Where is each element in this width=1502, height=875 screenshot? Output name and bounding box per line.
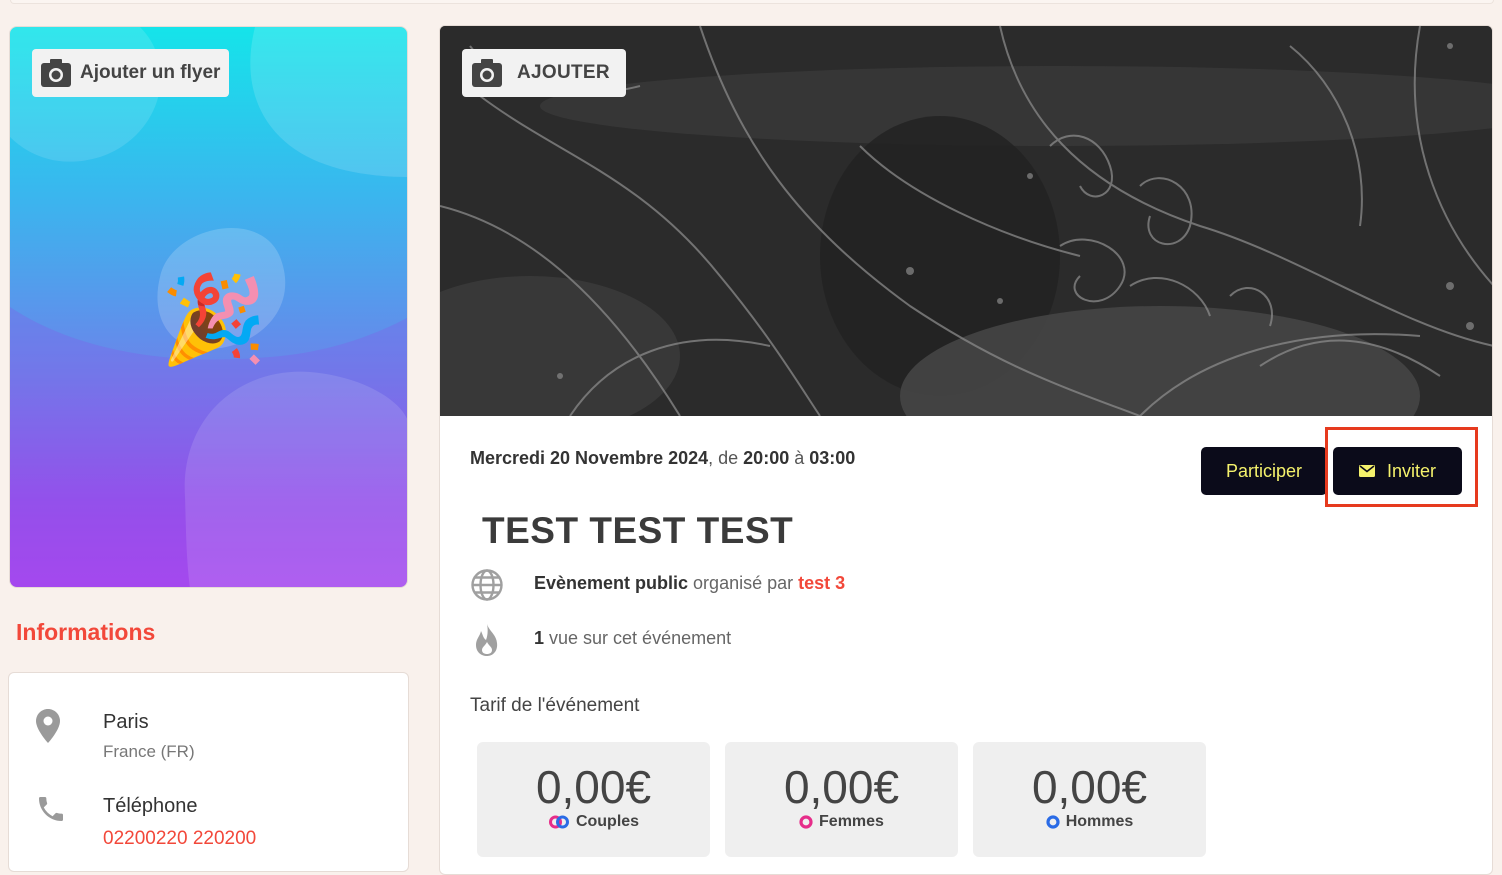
location-city: Paris bbox=[103, 711, 149, 733]
add-flyer-label: Ajouter un flyer bbox=[80, 62, 221, 83]
flame-icon bbox=[476, 624, 498, 656]
event-end-time: 03:00 bbox=[809, 448, 856, 468]
price-card-couples: 0,00€ Couples bbox=[477, 742, 710, 857]
event-date: Mercredi 20 Novembre 2024 bbox=[470, 448, 709, 468]
phone-label: Téléphone bbox=[103, 795, 198, 817]
camera-icon bbox=[472, 59, 502, 87]
price-category: Couples bbox=[575, 813, 640, 830]
add-cover-button[interactable]: AJOUTER bbox=[462, 49, 626, 97]
price-amount: 0,00€ bbox=[1031, 761, 1148, 813]
top-bar bbox=[10, 0, 1494, 4]
invite-label: Inviter bbox=[1386, 460, 1437, 481]
party-popper-icon: 🎉 bbox=[160, 270, 268, 370]
price-amount: 0,00€ bbox=[535, 761, 652, 813]
add-cover-label: AJOUTER bbox=[517, 62, 610, 83]
informations-card: Paris France (FR) Téléphone 02200220 220… bbox=[8, 672, 409, 872]
event-date-time: Mercredi 20 Novembre 2024, de 20:00 à 03… bbox=[470, 448, 856, 468]
camera-icon bbox=[41, 59, 71, 87]
couples-icon bbox=[548, 815, 569, 829]
price-amount: 0,00€ bbox=[783, 761, 900, 813]
flyer-panel: Ajouter un flyer 🎉 bbox=[9, 26, 408, 588]
participate-button[interactable]: Participer bbox=[1201, 447, 1327, 495]
price-category: Femmes bbox=[819, 813, 884, 830]
tarif-heading: Tarif de l'événement bbox=[470, 695, 640, 716]
phone-icon bbox=[39, 797, 63, 821]
organiser-link[interactable]: test 3 bbox=[798, 573, 845, 593]
male-icon bbox=[1046, 815, 1060, 829]
location-pin-icon bbox=[36, 709, 60, 743]
price-category: Hommes bbox=[1065, 813, 1134, 830]
event-title: TEST TEST TEST bbox=[482, 510, 794, 551]
add-flyer-button[interactable]: Ajouter un flyer bbox=[32, 49, 230, 97]
views-text: vue sur cet événement bbox=[544, 628, 732, 648]
event-card: AJOUTER Mercredi 20 Novembre 2024, de 20… bbox=[439, 25, 1493, 875]
globe-icon bbox=[471, 569, 503, 601]
location-country: France (FR) bbox=[103, 742, 195, 761]
visibility-label: Evènement public bbox=[534, 573, 689, 593]
envelope-icon bbox=[1358, 465, 1375, 477]
phone-number-link[interactable]: 02200220 220200 bbox=[103, 828, 256, 850]
views-count: 1 bbox=[534, 628, 545, 648]
price-card-hommes: 0,00€ Hommes bbox=[973, 742, 1206, 857]
informations-heading: Informations bbox=[16, 619, 156, 645]
invite-button[interactable]: Inviter bbox=[1333, 447, 1462, 495]
female-icon bbox=[799, 815, 813, 829]
price-card-femmes: 0,00€ Femmes bbox=[725, 742, 958, 857]
cover-image: AJOUTER bbox=[440, 26, 1492, 416]
event-start-time: 20:00 bbox=[743, 448, 790, 468]
